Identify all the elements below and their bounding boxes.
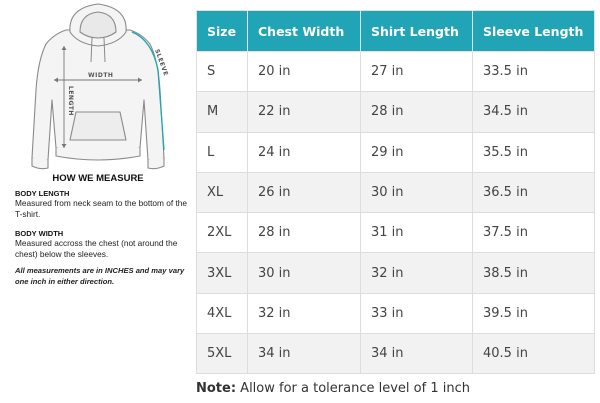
sleeve-length-cell: 33.5 in <box>472 50 595 93</box>
hoodie-diagram: WIDTH LENGTH SLEEVE <box>31 3 169 170</box>
shirt-length-cell: 31 in <box>360 212 473 254</box>
table-row: 2XL 28 in 31 in 37.5 in <box>196 212 595 254</box>
shirt-length-cell: 27 in <box>360 50 473 93</box>
sleeve-length-cell: 34.5 in <box>472 91 595 133</box>
size-cell: XL <box>196 171 248 214</box>
header-size: Size <box>196 10 248 52</box>
table-row: 3XL 30 in 32 in 38.5 in <box>196 252 595 294</box>
size-cell: 3XL <box>196 252 248 294</box>
chest-width-cell: 34 in <box>247 333 361 375</box>
body-length-definition: BODY LENGTH Measured from neck seam to t… <box>15 189 195 219</box>
body-width-text: Measured accross the chest (not around t… <box>15 238 178 259</box>
sleeve-length-cell: 38.5 in <box>472 252 595 294</box>
table-row: XL 26 in 30 in 36.5 in <box>196 171 595 214</box>
body-width-definition: BODY WIDTH Measured accross the chest (n… <box>15 229 195 259</box>
table-row: M 22 in 28 in 34.5 in <box>196 91 595 133</box>
size-cell: L <box>196 131 248 173</box>
shirt-length-cell: 33 in <box>360 292 473 335</box>
shirt-length-cell: 32 in <box>360 252 473 294</box>
shirt-length-cell: 30 in <box>360 171 473 214</box>
shirt-length-cell: 28 in <box>360 91 473 133</box>
note-label: Note: <box>196 381 237 396</box>
length-diagram-label: LENGTH <box>67 86 74 116</box>
table-header-row: Size Chest Width Shirt Length Sleeve Len… <box>196 10 595 52</box>
sleeve-length-cell: 37.5 in <box>472 212 595 254</box>
measurement-guide: WIDTH LENGTH SLEEVE HOW WE MEASURE BODY … <box>0 0 196 403</box>
chest-width-cell: 20 in <box>247 50 361 93</box>
chest-width-cell: 30 in <box>247 252 361 294</box>
chest-width-cell: 26 in <box>247 171 361 214</box>
shirt-length-cell: 29 in <box>360 131 473 173</box>
note-text: Allow for a tolerance level of 1 inch <box>236 381 470 396</box>
sleeve-length-cell: 39.5 in <box>472 292 595 335</box>
body-length-heading: BODY LENGTH <box>15 189 70 198</box>
header-shirt-length: Shirt Length <box>360 10 473 52</box>
sleeve-length-cell: 35.5 in <box>472 131 595 173</box>
size-cell: 2XL <box>196 212 248 254</box>
how-we-measure-title: HOW WE MEASURE <box>52 173 144 184</box>
body-width-heading: BODY WIDTH <box>15 229 64 238</box>
table-row: L 24 in 29 in 35.5 in <box>196 131 595 173</box>
measurement-footnote: All measurements are in INCHES and may v… <box>15 266 185 286</box>
shirt-length-cell: 34 in <box>360 333 473 375</box>
chest-width-cell: 22 in <box>247 91 361 133</box>
tolerance-note: Note: Allow for a tolerance level of 1 i… <box>196 381 470 396</box>
header-chest-width: Chest Width <box>247 10 361 52</box>
size-cell: 4XL <box>196 292 248 335</box>
size-chart-table: Size Chest Width Shirt Length Sleeve Len… <box>196 10 595 375</box>
body-length-text: Measured from neck seam to the bottom of… <box>15 198 188 219</box>
chest-width-cell: 28 in <box>247 212 361 254</box>
table-row: S 20 in 27 in 33.5 in <box>196 50 595 93</box>
table-row: 5XL 34 in 34 in 40.5 in <box>196 333 595 375</box>
chest-width-cell: 32 in <box>247 292 361 335</box>
size-cell: 5XL <box>196 333 248 375</box>
chest-width-cell: 24 in <box>247 131 361 173</box>
size-cell: S <box>196 50 248 93</box>
sleeve-length-cell: 40.5 in <box>472 333 595 375</box>
width-diagram-label: WIDTH <box>88 72 113 79</box>
sleeve-length-cell: 36.5 in <box>472 171 595 214</box>
header-sleeve-length: Sleeve Length <box>472 10 595 52</box>
size-cell: M <box>196 91 248 133</box>
table-row: 4XL 32 in 33 in 39.5 in <box>196 292 595 335</box>
